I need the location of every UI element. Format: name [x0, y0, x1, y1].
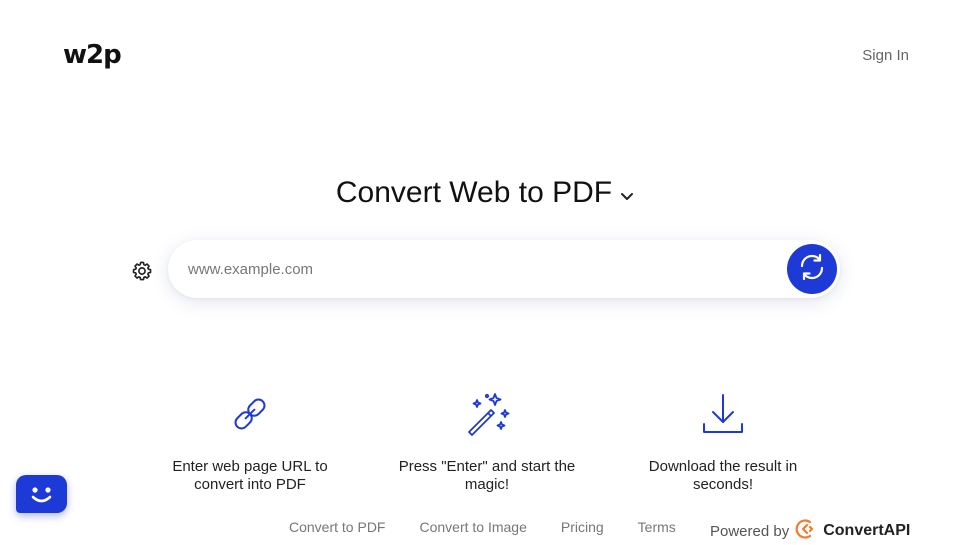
feature-text: Download the result in seconds! [648, 458, 798, 493]
chat-widget-button[interactable] [16, 475, 67, 513]
page: w2p Sign In Convert Web to PDF www.examp… [0, 0, 970, 545]
title-wrap: Convert Web to PDF [0, 176, 970, 210]
logo[interactable]: w2p [63, 40, 122, 70]
footer-link-pricing[interactable]: Pricing [561, 519, 604, 535]
gear-icon[interactable] [131, 260, 153, 282]
powered-by[interactable]: Powered by ConvertAPI [710, 518, 910, 544]
download-icon [701, 392, 745, 441]
chevron-down-icon[interactable] [620, 191, 634, 201]
convert-button[interactable] [787, 244, 837, 294]
page-title: Convert Web to PDF [335, 176, 613, 209]
footer-link-convert-to-image[interactable]: Convert to Image [419, 519, 526, 535]
refresh-icon [796, 251, 828, 288]
convertapi-logo-icon [795, 518, 817, 544]
footer-link-convert-to-pdf[interactable]: Convert to PDF [289, 519, 385, 535]
feature-enter-url: Enter web page URL to convert into PDF [150, 392, 350, 494]
feature-text: Enter web page URL to convert into PDF [172, 458, 328, 493]
link-icon [228, 392, 272, 441]
convertapi-brand: ConvertAPI [823, 522, 911, 539]
magic-wand-icon [463, 390, 511, 443]
url-search-box [168, 240, 840, 298]
powered-by-label: Powered by [710, 522, 790, 540]
smiley-face-icon [16, 487, 67, 517]
footer-link-terms[interactable]: Terms [638, 519, 676, 535]
feature-text: Press "Enter" and start the magic! [398, 458, 576, 493]
feature-download: Download the result in seconds! [623, 392, 823, 494]
footer-links: Convert to PDF Convert to Image Pricing … [289, 519, 676, 535]
sign-in-link[interactable]: Sign In [862, 47, 909, 64]
url-input[interactable] [188, 254, 778, 284]
feature-press-enter: Press "Enter" and start the magic! [387, 392, 587, 494]
